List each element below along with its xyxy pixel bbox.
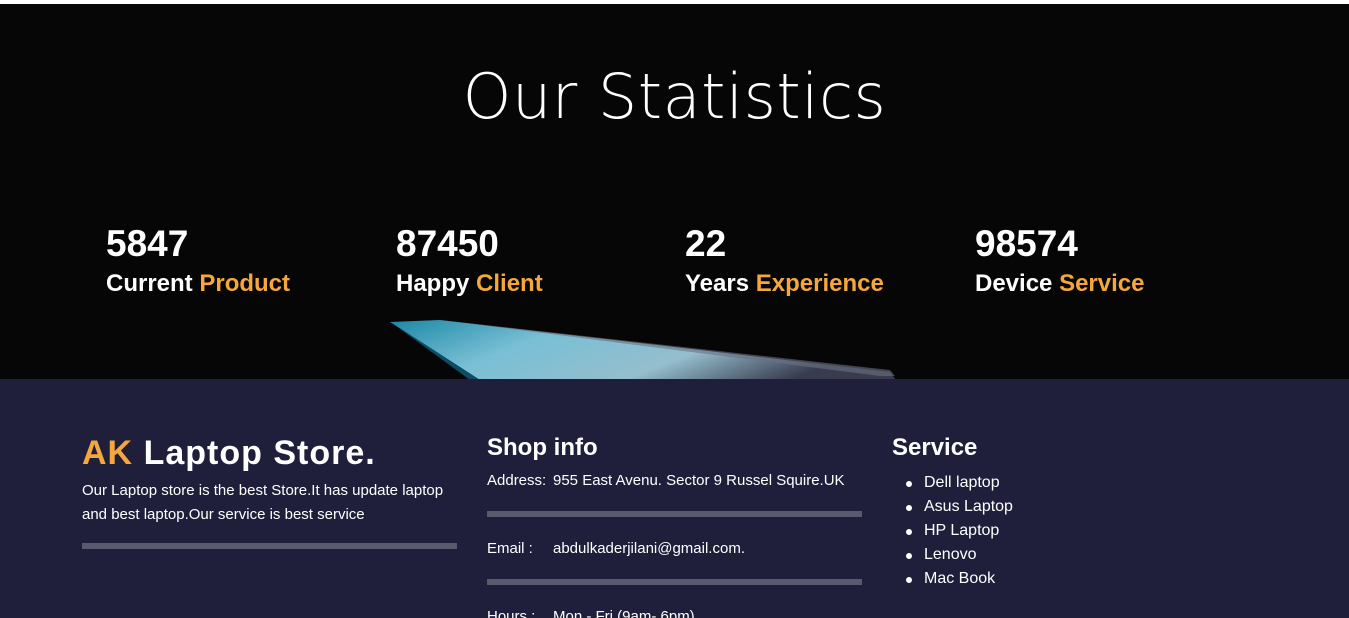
stat-device-service: 98574 Device Service [975,222,1144,300]
hours-value: Mon - Fri (9am- 6pm) [553,608,695,618]
stat-label: Happy Client [396,270,543,297]
footer-service-column: Service Dell laptop Asus Laptop HP Lapto… [892,379,1192,591]
stat-years-experience: 22 Years Experience [685,222,884,300]
email-label: Email : [487,540,533,557]
address-label: Address: [487,472,547,489]
footer-shop-info-column: Shop info Address: 955 East Avenu. Sector… [487,379,862,618]
email-link[interactable]: abdulkaderjilani@gmail.com. [553,540,745,557]
stat-label: Current Product [106,270,291,297]
brand-logo[interactable]: AK Laptop Store. [82,433,457,473]
statistics-section: Our Statistics 5847 Current Product 8745… [0,4,1349,379]
shop-email: Email : abdulkaderjilani@gmail.com. [487,539,862,559]
stat-label: Years Experience [685,270,884,297]
stat-value: 5847 [106,223,189,264]
stat-happy-client: 87450 Happy Client [396,222,543,300]
divider [82,543,457,549]
service-item-lenovo[interactable]: Lenovo [892,543,1192,567]
service-item-macbook[interactable]: Mac Book [892,567,1192,591]
stat-label: Device Service [975,270,1145,297]
divider [487,511,862,517]
address-value: 955 East Avenu. Sector 9 Russel Squire.U… [553,472,845,489]
divider [487,579,862,585]
shop-address: Address: 955 East Avenu. Sector 9 Russel … [487,471,862,491]
bullet-icon [906,529,912,535]
stat-value: 98574 [975,223,1078,264]
footer-about-column: AK Laptop Store. Our Laptop store is the… [82,379,457,549]
shop-info-title: Shop info [487,434,598,461]
page-title: Our Statistics [462,60,887,133]
hours-label: Hours : [487,608,536,618]
stat-value: 87450 [396,223,499,264]
bullet-icon [906,481,912,487]
service-item-asus[interactable]: Asus Laptop [892,495,1192,519]
about-text: Our Laptop store is the best Store.It ha… [82,482,444,523]
stat-value: 22 [685,223,727,264]
shop-hours: Hours : Mon - Fri (9am- 6pm) [487,607,862,618]
bullet-icon [906,553,912,559]
service-item-hp[interactable]: HP Laptop [892,519,1192,543]
service-title: Service [892,434,978,461]
service-list: Dell laptop Asus Laptop HP Laptop Lenovo… [892,471,1192,591]
service-item-dell[interactable]: Dell laptop [892,471,1192,495]
bullet-icon [906,577,912,583]
stat-current-product: 5847 Current Product [106,222,290,300]
footer: AK Laptop Store. Our Laptop store is the… [0,379,1349,618]
bullet-icon [906,505,912,511]
